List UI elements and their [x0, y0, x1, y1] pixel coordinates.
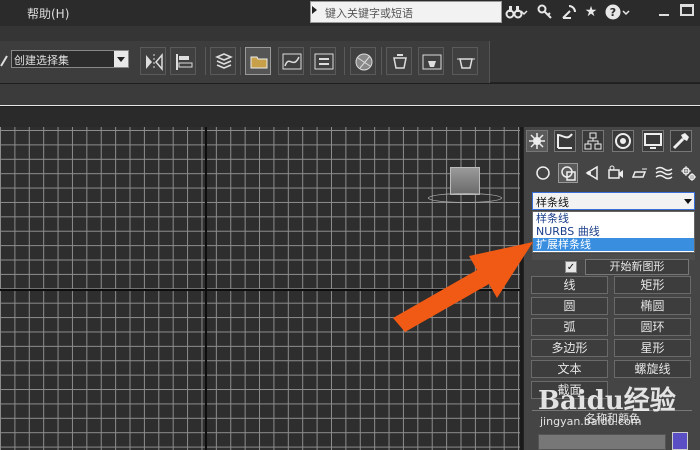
menu-help[interactable]: 帮助(H)	[27, 5, 69, 22]
chevron-down-icon[interactable]	[114, 51, 128, 67]
geometry-icon[interactable]	[533, 163, 553, 183]
circle-button[interactable]: 圆	[531, 297, 608, 315]
helpers-icon[interactable]	[630, 163, 650, 183]
object-name-field[interactable]	[538, 434, 666, 450]
motion-tab-icon[interactable]	[612, 130, 634, 152]
toolbar-divider	[344, 47, 345, 75]
start-new-shape-checkbox[interactable]: ✓	[565, 261, 577, 273]
maximize-icon[interactable]	[680, 4, 694, 16]
donut-button[interactable]: 圆环	[614, 318, 691, 336]
text-button[interactable]: 文本	[531, 360, 608, 378]
annotation-arrow	[385, 230, 540, 339]
category-option-nurbs[interactable]: NURBS 曲线	[533, 225, 694, 238]
shapes-icon[interactable]	[558, 163, 578, 183]
svg-text:?: ?	[610, 6, 616, 19]
viewport-header	[0, 107, 700, 127]
space-warps-icon[interactable]	[654, 163, 674, 183]
align-icon[interactable]	[170, 47, 196, 75]
help-icon[interactable]: ?	[604, 3, 622, 21]
watermark-logo: Baidu经验	[538, 386, 676, 416]
curve-editor-icon[interactable]	[278, 47, 304, 75]
line-button[interactable]: 线	[531, 276, 608, 294]
key-icon[interactable]	[536, 3, 554, 21]
material-editor-icon[interactable]	[350, 47, 376, 75]
selection-set-value: 创建选择集	[14, 54, 69, 67]
lights-icon[interactable]	[583, 163, 603, 183]
ellipse-button[interactable]: 椭圆	[614, 297, 691, 315]
chevron-down-icon[interactable]	[520, 3, 528, 21]
shape-category-value: 样条线	[536, 196, 569, 209]
toolbar-divider	[381, 47, 382, 75]
cameras-icon[interactable]	[606, 163, 626, 183]
utilities-tab-icon[interactable]	[670, 130, 692, 152]
create-tab-icon[interactable]	[526, 130, 548, 152]
star-icon[interactable]: ★	[582, 3, 600, 21]
chevron-down-icon[interactable]	[684, 199, 692, 204]
toolbar-divider	[205, 47, 206, 75]
hierarchy-tab-icon[interactable]	[582, 130, 604, 152]
chevron-down-icon[interactable]	[622, 3, 630, 21]
rectangle-button[interactable]: 矩形	[614, 276, 691, 294]
start-new-shape-button[interactable]: 开始新图形	[585, 259, 689, 275]
schematic-view-icon[interactable]	[310, 47, 336, 75]
category-option-splines[interactable]: 样条线	[533, 212, 694, 225]
render-setup-icon[interactable]	[386, 47, 412, 75]
ngon-button[interactable]: 多边形	[531, 339, 608, 357]
object-color-swatch[interactable]	[672, 432, 688, 450]
toolbar-divider	[240, 47, 241, 75]
arc-button[interactable]: 弧	[531, 318, 608, 336]
modify-tab-icon[interactable]	[554, 130, 576, 152]
satellite-icon[interactable]	[560, 3, 578, 21]
render-production-icon[interactable]	[452, 47, 478, 75]
minimize-icon[interactable]	[656, 2, 672, 20]
systems-icon[interactable]	[678, 163, 698, 183]
category-option-extended-splines[interactable]: 扩展样条线	[533, 238, 694, 251]
rendered-frame-icon[interactable]	[418, 47, 444, 75]
star-button[interactable]: 星形	[614, 339, 691, 357]
mirror-icon[interactable]	[140, 47, 166, 75]
search-expand-icon[interactable]	[312, 6, 317, 14]
layer-manager-icon[interactable]	[210, 47, 236, 75]
pencil-icon[interactable]	[0, 52, 8, 67]
search-placeholder: 键入关键字或短语	[325, 7, 413, 20]
scene-explorer-icon[interactable]	[245, 47, 271, 75]
watermark-url: jingyan.baidu.com	[540, 415, 642, 428]
display-tab-icon[interactable]	[642, 130, 664, 152]
ribbon-band	[0, 84, 700, 106]
helix-button[interactable]: 螺旋线	[614, 360, 691, 378]
